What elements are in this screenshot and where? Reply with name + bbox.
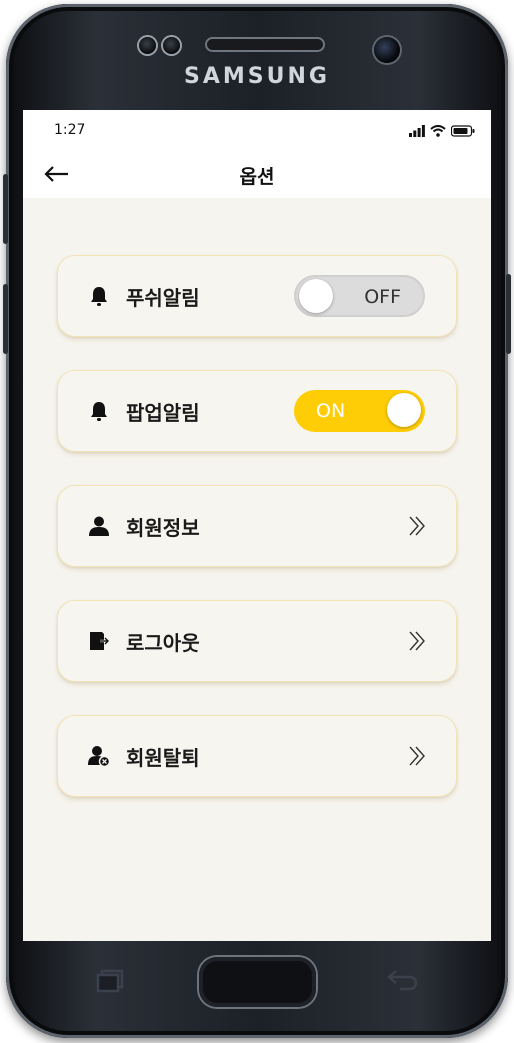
- earpiece-speaker: [205, 37, 325, 52]
- toggle-state-label: ON: [316, 400, 346, 422]
- double-chevron-right-icon: [409, 746, 425, 766]
- menu-item-label: 푸쉬알림: [126, 286, 200, 310]
- logout-icon: [90, 632, 109, 650]
- status-time: 1:27: [54, 122, 86, 138]
- status-bar: 1:27: [23, 110, 491, 150]
- menu-item-popup-notification: 팝업알림 ON: [57, 370, 457, 452]
- page-title: 옵션: [239, 166, 275, 188]
- popup-notification-toggle[interactable]: ON: [294, 390, 425, 432]
- recent-apps-icon[interactable]: [96, 969, 126, 998]
- app-bar: 옵션: [23, 150, 491, 198]
- sensor-icon: [163, 37, 180, 54]
- menu-item-label: 회원탈퇴: [126, 746, 200, 770]
- toggle-state-label: OFF: [364, 286, 401, 308]
- toggle-knob: [387, 393, 421, 427]
- power-button: [506, 274, 511, 354]
- home-button[interactable]: [199, 957, 316, 1007]
- menu-item-logout[interactable]: 로그아웃: [57, 600, 457, 682]
- double-chevron-right-icon: [409, 516, 425, 536]
- menu-item-withdraw[interactable]: 회원탈퇴: [57, 715, 457, 797]
- front-camera: [374, 37, 400, 63]
- push-notification-toggle[interactable]: OFF: [294, 275, 425, 317]
- menu-item-push-notification: 푸쉬알림 OFF: [57, 255, 457, 337]
- back-key-icon[interactable]: [386, 969, 418, 998]
- volume-button: [3, 284, 8, 354]
- toggle-knob: [299, 279, 333, 313]
- user-icon: [89, 516, 109, 536]
- signal-icon: [409, 125, 425, 137]
- menu-item-label: 회원정보: [126, 516, 200, 540]
- menu-item-label: 로그아웃: [126, 631, 200, 655]
- user-remove-icon: [88, 746, 110, 767]
- menu-item-label: 팝업알림: [126, 401, 200, 425]
- bell-icon: [91, 402, 107, 421]
- bell-icon: [91, 287, 107, 306]
- sensor-icon: [139, 37, 156, 54]
- brand-logo: SAMSUNG: [184, 64, 330, 89]
- battery-icon: [451, 125, 475, 137]
- app-screen: 1:27 옵션 푸쉬알림 OFF 팝업알림 ON 회원정보 로그아웃 회원탈퇴: [23, 110, 491, 941]
- wifi-icon: [430, 125, 446, 137]
- volume-button: [3, 174, 8, 244]
- double-chevron-right-icon: [409, 631, 425, 651]
- menu-item-member-info[interactable]: 회원정보: [57, 485, 457, 567]
